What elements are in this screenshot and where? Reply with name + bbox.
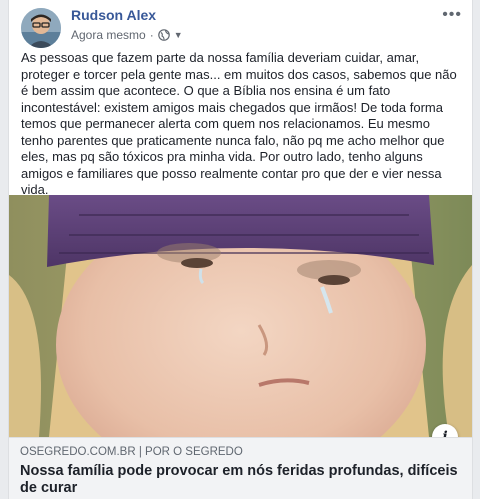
author-avatar[interactable] (21, 8, 61, 48)
post-timestamp[interactable]: Agora mesmo (71, 28, 146, 42)
author-name[interactable]: Rudson Alex (71, 7, 156, 23)
link-preview-box[interactable]: OSEGREDO.COM.BR | POR O SEGREDO Nossa fa… (9, 437, 472, 499)
feed-post: Rudson Alex Agora mesmo · ▼ ••• As pesso… (8, 0, 473, 499)
link-preview-image[interactable] (9, 195, 472, 437)
privacy-dropdown-icon[interactable]: ▼ (174, 30, 183, 40)
post-text: As pessoas que fazem parte da nossa famí… (21, 50, 457, 197)
link-headline[interactable]: Nossa família pode provocar em nós ferid… (20, 463, 460, 497)
meta-separator: · (149, 28, 154, 42)
globe-icon[interactable] (157, 29, 170, 41)
post-meta: Agora mesmo · ▼ (71, 28, 183, 42)
link-source: OSEGREDO.COM.BR | POR O SEGREDO (20, 446, 243, 458)
more-options-button[interactable]: ••• (442, 6, 462, 24)
